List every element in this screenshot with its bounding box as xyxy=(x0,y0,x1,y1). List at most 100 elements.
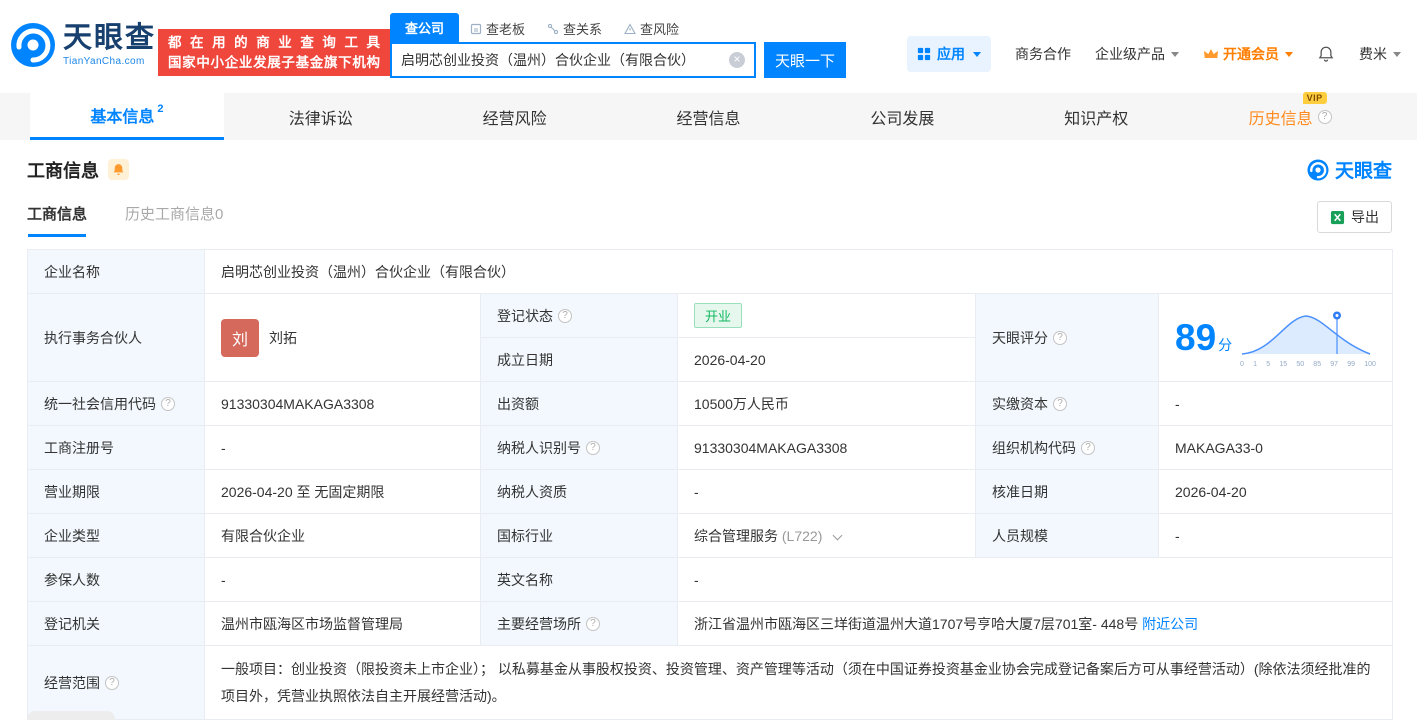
insured-count-label: 参保人数 xyxy=(28,558,205,602)
tab-legal[interactable]: 法律诉讼 xyxy=(224,93,418,140)
help-icon[interactable]: ? xyxy=(161,397,175,411)
staff-size-value: - xyxy=(1159,514,1393,558)
registration-status-value: 开业 xyxy=(678,294,976,338)
tianyan-score-cell[interactable]: 89分 0151550859799100 xyxy=(1159,294,1393,382)
taxpayer-quality-label: 纳税人资质 xyxy=(481,470,678,514)
score-axis: 0151550859799100 xyxy=(1240,361,1376,368)
tab-basic-info[interactable]: 基本信息 2 xyxy=(30,93,224,140)
table-row: 执行事务合伙人 刘 刘拓 登记状态 ? 开业 天眼评分 ? 89分 xyxy=(28,294,1393,338)
help-icon[interactable]: ? xyxy=(1053,397,1067,411)
help-icon[interactable]: ? xyxy=(1318,110,1332,124)
slogan-line-2: 国家中小企业发展子基金旗下机构 xyxy=(168,53,380,73)
risk-icon xyxy=(624,23,636,35)
help-icon[interactable]: ? xyxy=(558,309,572,323)
org-code-value: MAKAGA33-0 xyxy=(1159,426,1393,470)
managing-partner-cell: 刘 刘拓 xyxy=(205,294,481,382)
table-row: 企业名称 启明芯创业投资（温州）合伙企业（有限合伙） xyxy=(28,250,1393,294)
help-icon[interactable]: ? xyxy=(586,441,600,455)
tab-intellectual-property[interactable]: 知识产权 xyxy=(999,93,1193,140)
search-tab-boss[interactable]: 查老板 xyxy=(459,15,536,42)
company-type-value: 有限合伙企业 xyxy=(205,514,481,558)
avatar[interactable]: 刘 xyxy=(221,319,259,357)
tab-intellectual-property-label: 知识产权 xyxy=(1064,105,1128,129)
registration-status-label: 登记状态 ? xyxy=(481,294,678,338)
tab-operating-info[interactable]: 经营信息 xyxy=(612,93,806,140)
chevron-down-icon[interactable] xyxy=(833,530,843,540)
enterprise-products-label: 企业级产品 xyxy=(1095,44,1165,64)
brand-watermark: 天眼查 xyxy=(1307,156,1392,183)
notifications-button[interactable] xyxy=(1317,45,1335,63)
boss-icon xyxy=(470,23,482,35)
tab-history-info[interactable]: 历史信息 VIP ? xyxy=(1193,93,1387,140)
username-label: 费米 xyxy=(1359,44,1387,64)
excel-icon xyxy=(1330,210,1345,225)
tab-operating-risk-label: 经营风险 xyxy=(483,105,547,129)
paid-capital-label: 实缴资本 ? xyxy=(976,382,1159,426)
subtab-business-info[interactable]: 工商信息 xyxy=(27,203,87,237)
apps-menu[interactable]: 应用 xyxy=(907,36,991,72)
apps-label: 应用 xyxy=(937,44,965,64)
search-tab-label: 查老板 xyxy=(486,19,525,38)
subtab-history-business-info[interactable]: 历史工商信息0 xyxy=(125,203,223,237)
staff-size-label: 人员规模 xyxy=(976,514,1159,558)
help-icon[interactable]: ? xyxy=(1053,331,1067,345)
approval-date-label: 核准日期 xyxy=(976,470,1159,514)
business-address-label: 主要经营场所 ? xyxy=(481,602,678,646)
clear-search-icon[interactable]: × xyxy=(729,52,745,68)
crown-icon xyxy=(1203,48,1219,60)
credit-code-value: 91330304MAKAGA3308 xyxy=(205,382,481,426)
enterprise-products-menu[interactable]: 企业级产品 xyxy=(1095,44,1179,64)
business-cooperation-link[interactable]: 商务合作 xyxy=(1015,44,1071,64)
tab-company-development[interactable]: 公司发展 xyxy=(805,93,999,140)
chevron-down-icon xyxy=(1285,52,1293,57)
managing-partner-name[interactable]: 刘拓 xyxy=(269,328,297,348)
search-tab-company[interactable]: 查公司 xyxy=(390,13,459,42)
vip-badge: VIP xyxy=(1303,92,1327,104)
establish-date-label: 成立日期 xyxy=(481,338,678,382)
taxpayer-id-label: 纳税人识别号 ? xyxy=(481,426,678,470)
tab-company-development-label: 公司发展 xyxy=(870,105,934,129)
section-header: 工商信息 天眼查 xyxy=(27,156,1392,183)
help-icon[interactable]: ? xyxy=(1081,441,1095,455)
apps-grid-icon xyxy=(917,47,931,61)
search-tab-relation[interactable]: 查关系 xyxy=(536,15,613,42)
slogan-line-1: 都在用的商业查询工具 xyxy=(168,33,380,53)
tianyan-score-label: 天眼评分 ? xyxy=(976,294,1159,382)
export-label: 导出 xyxy=(1351,207,1379,227)
business-address-value: 浙江省温州市瓯海区三垟街道温州大道1707号亨哈大厦7层701室- 448号 附… xyxy=(678,602,1393,646)
search-tab-label: 查风险 xyxy=(640,19,679,38)
slogan-banner: 都在用的商业查询工具 国家中小企业发展子基金旗下机构 xyxy=(158,29,390,76)
tab-basic-info-badge: 2 xyxy=(157,103,163,115)
help-icon[interactable]: ? xyxy=(586,617,600,631)
paid-capital-value: - xyxy=(1159,382,1393,426)
open-vip-menu[interactable]: 开通会员 xyxy=(1203,44,1293,64)
tianyancha-logo-icon xyxy=(10,22,56,68)
search-tabs: 查公司 查老板 查关系 查风险 xyxy=(390,13,846,42)
search-button[interactable]: 天眼一下 xyxy=(764,42,846,78)
establish-date-value: 2026-04-20 xyxy=(678,338,976,382)
bell-icon xyxy=(1317,45,1335,63)
user-menu[interactable]: 费米 xyxy=(1359,44,1401,64)
nearby-companies-link[interactable]: 附近公司 xyxy=(1142,616,1198,632)
tianyancha-logo[interactable]: 天眼查 TianYanCha.com xyxy=(10,22,156,68)
table-row: 统一社会信用代码 ? 91330304MAKAGA3308 出资额 10500万… xyxy=(28,382,1393,426)
taxpayer-quality-value: - xyxy=(678,470,976,514)
capital-value: 10500万人民币 xyxy=(678,382,976,426)
tianyancha-logo-icon xyxy=(1307,159,1329,181)
chevron-down-icon xyxy=(1171,52,1179,57)
company-name-value: 启明芯创业投资（温州）合伙企业（有限合伙） xyxy=(205,250,1393,294)
export-button[interactable]: 导出 xyxy=(1317,201,1392,233)
business-cooperation-label: 商务合作 xyxy=(1015,44,1071,64)
insured-count-value: - xyxy=(205,558,481,602)
company-name-label: 企业名称 xyxy=(28,250,205,294)
business-scope-value: 一般项目：创业投资（限投资未上市企业）； 以私募基金从事股权投资、投资管理、资产… xyxy=(205,646,1393,720)
approval-date-value: 2026-04-20 xyxy=(1159,470,1393,514)
table-row: 企业类型 有限合伙企业 国标行业 综合管理服务 (L722) 人员规模 - xyxy=(28,514,1393,558)
search-tab-label: 查公司 xyxy=(405,18,444,37)
subtabs-row: 工商信息 历史工商信息0 导出 xyxy=(27,201,1392,237)
subscribe-bell-button[interactable] xyxy=(108,159,129,180)
search-input[interactable] xyxy=(401,52,729,68)
search-tab-risk[interactable]: 查风险 xyxy=(613,15,690,42)
tab-operating-risk[interactable]: 经营风险 xyxy=(418,93,612,140)
help-icon[interactable]: ? xyxy=(105,676,119,690)
